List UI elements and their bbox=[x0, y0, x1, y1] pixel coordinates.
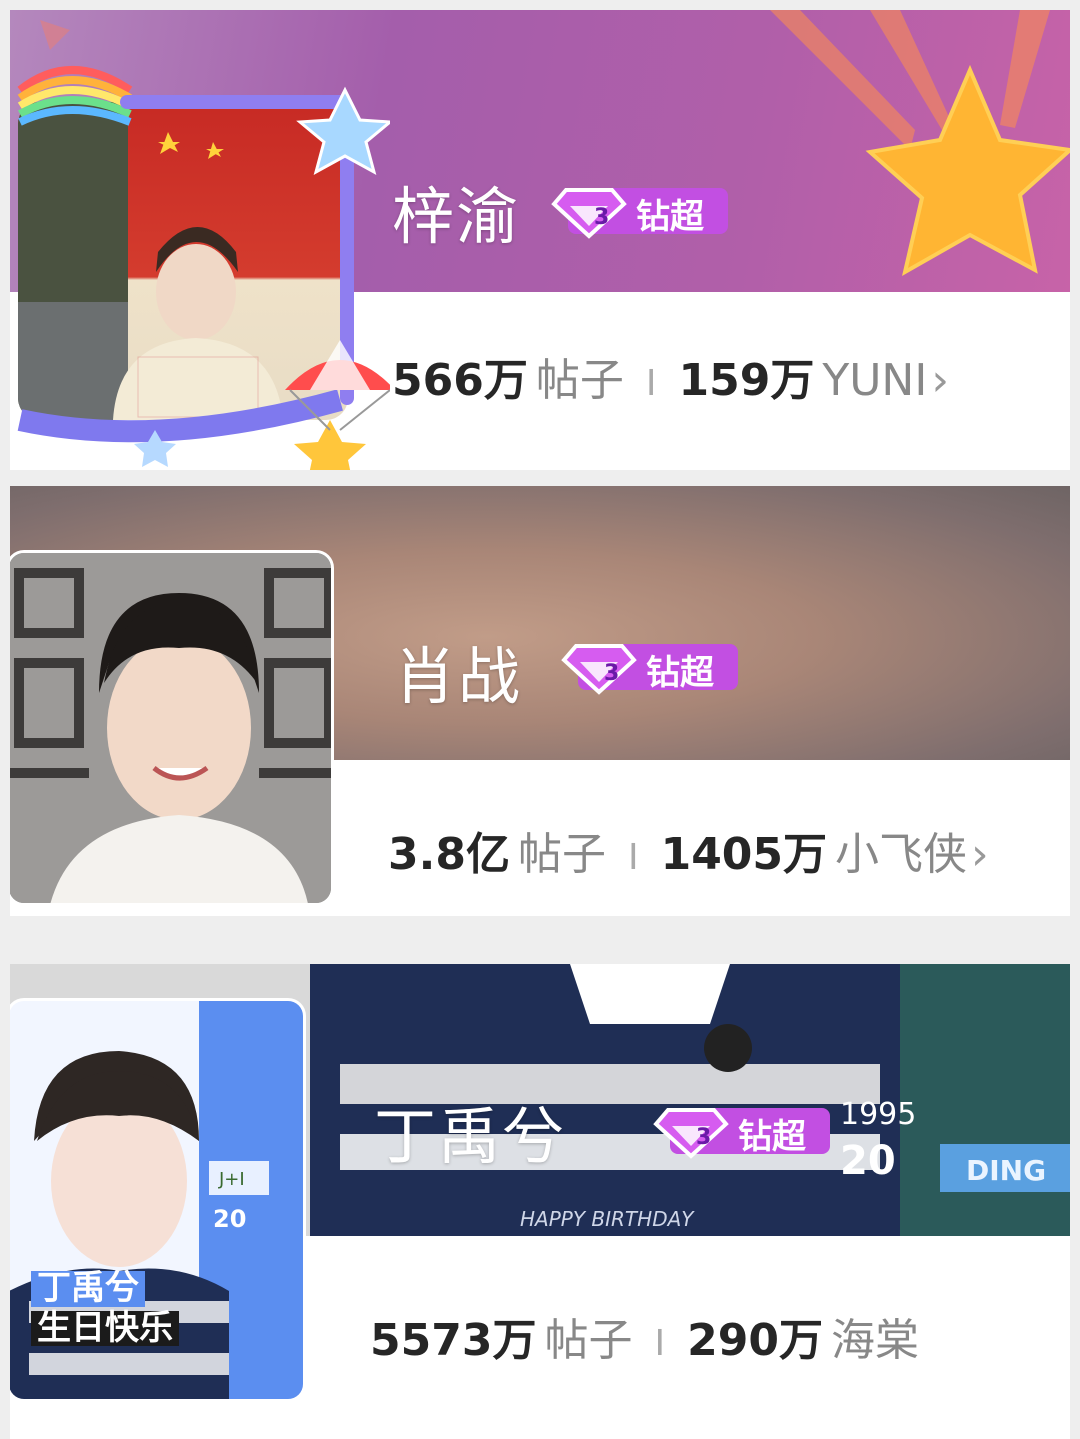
svg-text:3: 3 bbox=[696, 1125, 711, 1150]
fans-count: 290万 bbox=[687, 1315, 823, 1366]
svg-text:J+I: J+I bbox=[218, 1169, 245, 1190]
stat-separator: I bbox=[627, 837, 639, 878]
fans-label: YUNI bbox=[822, 355, 928, 406]
chevron-right-icon: › bbox=[931, 355, 949, 406]
posts-label: 帖子 bbox=[544, 1315, 633, 1366]
banner-year: 1995 bbox=[840, 1097, 916, 1132]
fans-label: 小飞侠 bbox=[835, 829, 968, 880]
avatar-caption-line2: 生日快乐 bbox=[31, 1310, 179, 1347]
avatar-photo bbox=[10, 553, 331, 903]
avatar[interactable]: J+I 20 丁禹兮 生日快乐 bbox=[10, 998, 306, 1402]
super-topic-card-ziyu[interactable]: 梓渝 3 钻超 566万 帖子 I 159万 YUNI › bbox=[10, 10, 1070, 470]
posts-count: 5573万 bbox=[370, 1315, 537, 1366]
avatar-caption-line1: 丁禹兮 bbox=[31, 1270, 145, 1307]
fans-count: 1405万 bbox=[660, 829, 828, 880]
badge-label: 钻超 bbox=[636, 197, 704, 237]
banner-caption: HAPPY BIRTHDAY bbox=[520, 1207, 695, 1231]
avatar-caption: 丁禹兮 生日快乐 bbox=[31, 1270, 179, 1347]
super-topic-badge[interactable]: 3 钻超 bbox=[558, 638, 740, 696]
super-topic-badge[interactable]: 3 钻超 bbox=[650, 1102, 832, 1160]
posts-label: 帖子 bbox=[517, 829, 606, 880]
avatar[interactable] bbox=[10, 550, 334, 906]
topic-name[interactable]: 丁禹兮 bbox=[374, 1086, 566, 1176]
posts-count: 566万 bbox=[392, 355, 528, 406]
topic-stats[interactable]: 3.8亿 帖子 I 1405万 小飞侠 › bbox=[388, 818, 989, 882]
super-topic-card-dingyuxi[interactable]: DING 1995 20 HAPPY BIRTHDAY J+I 20 丁禹兮 生… bbox=[10, 964, 1070, 1439]
banner-tag: DING bbox=[966, 1154, 1046, 1187]
avatar-date: 20 bbox=[213, 1205, 246, 1233]
avatar-frame bbox=[17, 66, 390, 470]
super-topic-badge[interactable]: 3 钻超 bbox=[548, 182, 730, 240]
chevron-right-icon: › bbox=[971, 829, 989, 880]
topic-stats[interactable]: 566万 帖子 I 159万 YUNI › bbox=[392, 344, 949, 408]
topic-name[interactable]: 肖战 bbox=[394, 626, 522, 716]
stat-separator: I bbox=[645, 363, 657, 404]
fans-count: 159万 bbox=[678, 355, 815, 406]
badge-label: 钻超 bbox=[738, 1117, 806, 1157]
topic-stats[interactable]: 5573万 帖子 I 290万 海棠 bbox=[370, 1304, 919, 1368]
topic-name[interactable]: 梓渝 bbox=[392, 166, 520, 256]
badge-label: 钻超 bbox=[646, 653, 714, 693]
posts-count: 3.8亿 bbox=[388, 829, 510, 880]
posts-label: 帖子 bbox=[535, 355, 624, 406]
svg-text:3: 3 bbox=[604, 661, 619, 686]
svg-text:3: 3 bbox=[594, 205, 609, 230]
fans-label: 海棠 bbox=[830, 1315, 919, 1366]
banner-date: 20 bbox=[840, 1138, 896, 1184]
super-topic-card-xiaozhan[interactable]: 肖战 3 钻超 3.8亿 帖子 I 1405万 小飞侠 › bbox=[10, 486, 1070, 916]
stat-separator: I bbox=[654, 1323, 666, 1364]
